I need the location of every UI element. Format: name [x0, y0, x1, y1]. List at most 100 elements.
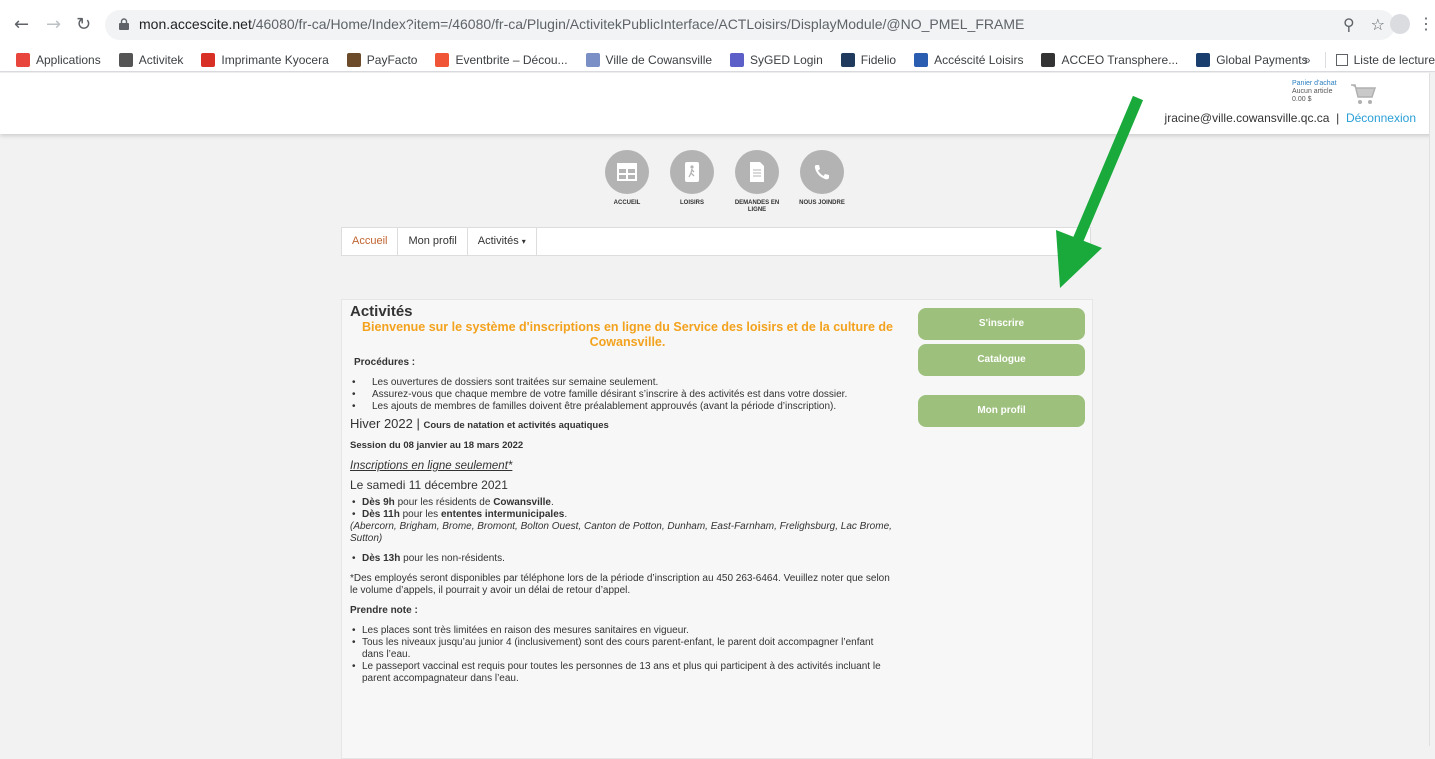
bookmark-item[interactable]: SyGED Login — [730, 52, 823, 67]
bookmark-label: Applications — [36, 52, 101, 67]
url-domain: mon.accescite.net — [139, 16, 252, 32]
bookmark-label: Imprimante Kyocera — [221, 52, 329, 67]
cart-items: Aucun article — [1292, 88, 1333, 95]
reading-list-label[interactable]: Liste de lecture — [1354, 53, 1435, 67]
nav-home-label: ACCUEIL — [613, 200, 641, 206]
bookmark-item[interactable]: Applications — [16, 52, 101, 67]
globe-icon — [118, 52, 133, 67]
schedule-residents: Dès 9h pour les résidents de Cowansville… — [350, 497, 895, 509]
schedule-intermunicipal: Dès 11h pour les ententes intermunicipal… — [350, 509, 895, 521]
forward-arrow-icon[interactable]: → — [46, 14, 61, 35]
activities-panel: Activités Bienvenue sur le système d'ins… — [341, 299, 1093, 759]
registration-date: Le samedi 11 décembre 2021 — [350, 478, 508, 492]
bookmark-label: Global Payments — [1216, 52, 1308, 67]
back-arrow-icon[interactable]: ← — [14, 14, 29, 35]
acceo-icon — [1041, 52, 1056, 67]
divider — [1324, 52, 1326, 68]
r3-time: Dès 13h — [362, 553, 401, 564]
user-separator: | — [1336, 111, 1340, 125]
tab-activities-label: Activités — [477, 235, 519, 247]
bookmark-item[interactable]: Accéscité Loisirs — [914, 52, 1023, 67]
procedure-item: Assurez-vous que chaque membre de votre … — [350, 389, 895, 401]
reload-icon[interactable]: ↻ — [76, 14, 91, 35]
note-item: Le passeport vaccinal est requis pour to… — [350, 661, 895, 685]
user-email: jracine@ville.cowansville.qc.ca — [1164, 111, 1330, 125]
nav-leisure-label: LOISIRS — [679, 200, 704, 206]
schedule-nonresidents: Dès 13h pour les non-résidents. — [350, 553, 895, 565]
nav-contact[interactable]: NOUS JOINDRE — [790, 150, 854, 214]
browser-menu-icon[interactable]: ⋮ — [1418, 14, 1434, 34]
nav-online-requests-label: DEMANDES EN LIGNE — [734, 200, 780, 213]
bookmarks-bar: Applications Activitek Imprimante Kyocera P… — [0, 48, 1435, 72]
lock-icon — [119, 18, 129, 30]
r1-text: pour les résidents de — [394, 497, 494, 508]
bookmarks-overflow-icon[interactable]: » — [1304, 53, 1311, 67]
profile-avatar-icon[interactable] — [1390, 14, 1410, 34]
eventbrite-icon — [435, 52, 450, 67]
nav-online-requests[interactable]: DEMANDES EN LIGNE — [725, 150, 789, 214]
bookmark-item[interactable]: PayFacto — [346, 52, 417, 67]
user-line: jracine@ville.cowansville.qc.ca | Déconn… — [1165, 111, 1416, 125]
bookmark-item[interactable]: Fidelio — [840, 52, 897, 67]
cart-total: 0.00 $ — [1292, 96, 1312, 103]
season-subtitle: Cours de natation et activités aquatique… — [423, 420, 609, 431]
url-text: mon.accescite.net/46080/fr-ca/Home/Index… — [139, 16, 1024, 32]
apps-grid-icon — [16, 52, 30, 67]
bookmark-label: SyGED Login — [750, 52, 823, 67]
accescite-icon — [914, 52, 929, 67]
bookmarks-right: » Liste de lecture — [1304, 48, 1435, 72]
bookmark-item[interactable]: Imprimante Kyocera — [201, 52, 329, 67]
profile-button[interactable]: Mon profil — [918, 395, 1085, 427]
caret-down-icon: ▾ — [521, 237, 526, 246]
r2-text: pour les — [399, 509, 441, 520]
kyocera-icon — [201, 52, 216, 67]
catalogue-button[interactable]: Catalogue — [918, 344, 1085, 376]
shopping-cart-icon[interactable] — [1350, 83, 1376, 105]
bookmark-label: ACCEO Transphere... — [1061, 52, 1179, 67]
page-scrollbar[interactable] — [1429, 73, 1435, 746]
r1-end: . — [551, 497, 554, 508]
nav-home[interactable]: ACCUEIL — [595, 150, 659, 214]
r1-place: Cowansville — [493, 497, 551, 508]
syged-icon — [730, 52, 745, 67]
bookmark-label: Activitek — [138, 52, 184, 67]
logout-link[interactable]: Déconnexion — [1346, 111, 1416, 125]
bookmark-item[interactable]: Ville de Cowansville — [585, 52, 713, 67]
tab-home[interactable]: Accueil — [342, 228, 399, 255]
phone-icon — [800, 150, 844, 194]
bookmark-item[interactable]: ACCEO Transphere... — [1041, 52, 1179, 67]
bookmark-item[interactable]: Global Payments — [1196, 52, 1308, 67]
home-icon — [605, 150, 649, 194]
tab-activities[interactable]: Activités ▾ — [468, 228, 537, 255]
tab-profile[interactable]: Mon profil — [398, 228, 468, 255]
bookmark-label: Ville de Cowansville — [605, 52, 713, 67]
welcome-message: Bienvenue sur le système d'inscriptions … — [362, 320, 893, 349]
procedures-title: Procédures : — [354, 357, 416, 368]
bookmark-item[interactable]: Activitek — [118, 52, 184, 67]
url-path: /46080/fr-ca/Home/Index?item=/46080/fr-c… — [251, 16, 1025, 32]
payfacto-icon — [346, 52, 361, 67]
bookmark-label: Fidelio — [860, 52, 897, 67]
r3-text: pour les non-résidents. — [400, 553, 505, 564]
nav-leisure[interactable]: LOISIRS — [660, 150, 724, 214]
global-payments-icon — [1196, 52, 1211, 67]
site-header: Panier d'achat Aucun article 0.00 $ jrac… — [0, 73, 1435, 134]
bookmark-item[interactable]: Eventbrite – Décou... — [435, 52, 568, 67]
r2-place: ententes intermunicipales — [440, 509, 565, 520]
procedure-item: Les ajouts de membres de familles doiven… — [350, 401, 895, 413]
r2-end: . — [564, 509, 568, 520]
r1-time: Dès 9h — [362, 497, 395, 508]
season-name: Hiver 2022 — [350, 416, 413, 431]
address-bar[interactable]: mon.accescite.net/46080/fr-ca/Home/Index… — [105, 10, 1395, 40]
cart-summary[interactable]: Panier d'achat Aucun article 0.00 $ — [1292, 80, 1337, 104]
season-separator: | — [412, 416, 424, 431]
zoom-icon[interactable]: ⚲ — [1343, 15, 1355, 34]
register-button[interactable]: S'inscrire — [918, 308, 1085, 340]
activities-content: Activités Bienvenue sur le système d'ins… — [350, 304, 895, 685]
session-dates: Session du 08 janvier au 18 mars 2022 — [350, 440, 524, 451]
bookmark-star-icon[interactable]: ☆ — [1371, 15, 1385, 34]
browser-toolbar: ← → ↻ mon.accescite.net/46080/fr-ca/Home… — [0, 0, 1435, 48]
cart-title: Panier d'achat — [1292, 80, 1337, 87]
phone-note: *Des employés seront disponibles par tél… — [350, 573, 890, 596]
note-item: Les places sont très limitées en raison … — [350, 625, 895, 637]
